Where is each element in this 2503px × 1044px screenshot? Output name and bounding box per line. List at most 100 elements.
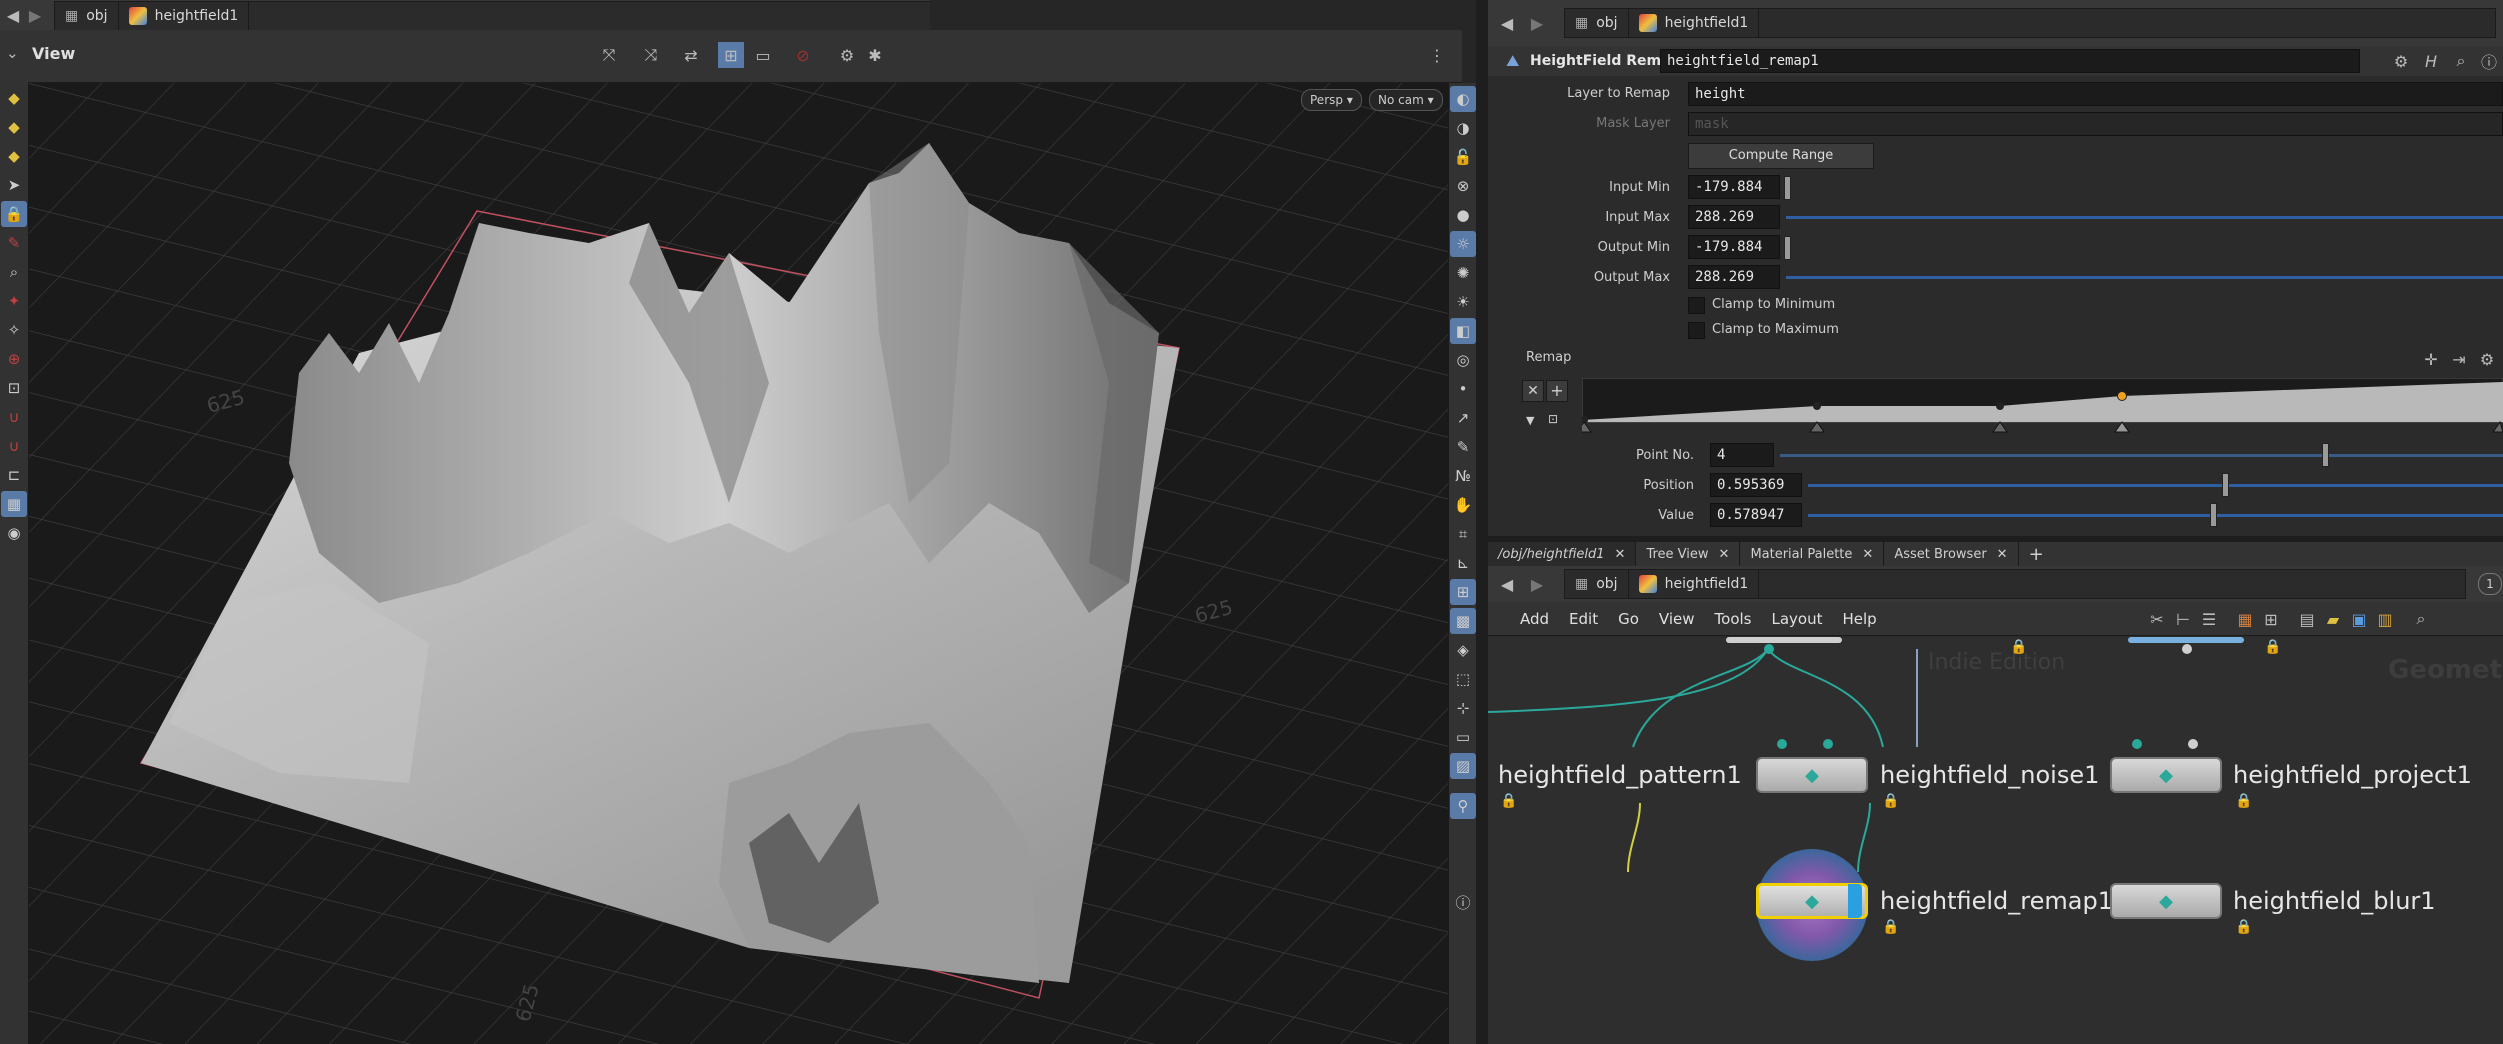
info-icon[interactable]: ⓘ [1450, 889, 1476, 915]
lock-icon[interactable]: 🔒 [2010, 639, 2027, 655]
ramp-fit-icon[interactable]: ✛ [2418, 346, 2444, 372]
node-label-project[interactable]: heightfield_project1 [2233, 761, 2472, 789]
magnet2-icon[interactable]: ∪ [1, 433, 27, 459]
gear-icon[interactable]: ⚙ [2388, 48, 2414, 74]
net-search-icon[interactable]: ⌕ [2408, 606, 2434, 632]
grid-tool-icon[interactable]: ▦ [1, 491, 27, 517]
path-crumb-obj[interactable]: ▦ obj [55, 2, 119, 30]
brush-icon[interactable]: ✎ [1450, 434, 1476, 460]
bulb-icon[interactable]: ✺ [1450, 260, 1476, 286]
project-input-1[interactable] [2132, 739, 2142, 749]
ramp-delete-button[interactable]: ✕ [1522, 380, 1544, 402]
menu-add[interactable]: Add [1520, 610, 1549, 628]
shading-icon[interactable]: ◧ [1450, 318, 1476, 344]
layer-field[interactable]: height [1688, 82, 2503, 106]
param-forward-icon[interactable]: ▶ [1524, 10, 1550, 36]
sticky-icon[interactable]: ▤ [2294, 606, 2320, 632]
menu-layout[interactable]: Layout [1771, 610, 1822, 628]
net-path-field[interactable]: ▦ obj heightfield1 [1564, 569, 2466, 599]
node-label-noise[interactable]: heightfield_noise1 [1880, 761, 2099, 789]
help-h-icon[interactable]: H [2418, 48, 2444, 74]
clamp-min-checkbox[interactable] [1688, 297, 1705, 314]
point-no-field[interactable]: 4 [1710, 443, 1774, 467]
pose-tool-icon[interactable]: ✧ [1, 317, 27, 343]
ramp-point-4-selected[interactable] [2117, 391, 2127, 401]
display-options-icon[interactable]: ◐ [1450, 86, 1476, 112]
menu-view[interactable]: View [1659, 610, 1695, 628]
lock-icon[interactable]: 🔒 [2264, 639, 2281, 655]
wrench-icon[interactable]: ✂ [2144, 606, 2170, 632]
view-tool-icon[interactable]: ⊡ [1, 375, 27, 401]
lock-camera-icon[interactable]: 🔓 [1450, 144, 1476, 170]
lock-icon[interactable]: 🔒 [1882, 793, 1899, 809]
record-icon[interactable]: ⊘ [790, 42, 816, 68]
point-no-handle[interactable] [2322, 443, 2330, 467]
net-crumb-node[interactable]: heightfield1 [1629, 570, 1760, 598]
clamp-max-checkbox[interactable] [1688, 322, 1705, 339]
ramp-key-3[interactable] [1992, 421, 2008, 433]
normal-icon[interactable]: ↗ [1450, 405, 1476, 431]
ramp-flip-icon[interactable]: ⇥ [2446, 346, 2472, 372]
layout-icon[interactable]: ⋮ [1424, 42, 1450, 68]
wire-icon[interactable]: ◎ [1450, 347, 1476, 373]
background-icon[interactable]: ▨ [1450, 753, 1476, 779]
node-heightfield-project[interactable]: ◆ [2110, 757, 2222, 793]
node-label-remap[interactable]: heightfield_remap1 [1880, 887, 2113, 915]
move-tool-icon[interactable]: ◆ [1, 114, 27, 140]
path-crumb-node[interactable]: heightfield1 [119, 2, 250, 30]
output-min-handle[interactable] [1784, 236, 1791, 260]
remap-ramp-editor[interactable] [1582, 378, 2503, 436]
ramp-gear-icon[interactable]: ⚙ [2474, 346, 2500, 372]
ramp-key-1[interactable] [1582, 421, 1592, 433]
net-forward-icon[interactable]: ▶ [1524, 571, 1550, 597]
noise-input-1[interactable] [1777, 739, 1787, 749]
ramp-point-3[interactable] [1996, 402, 2004, 410]
list-icon[interactable]: ☰ [2196, 606, 2222, 632]
menu-edit[interactable]: Edit [1569, 610, 1598, 628]
snap-grid-icon[interactable]: ⊞ [1450, 579, 1476, 605]
camera-menu[interactable]: No cam ▾ [1369, 89, 1443, 111]
persp-menu[interactable]: Persp ▾ [1301, 89, 1362, 111]
node-heightfield-noise[interactable]: ◆ [1756, 757, 1868, 793]
visibility-icon[interactable]: ◑ [1450, 115, 1476, 141]
position-slider[interactable] [1808, 484, 2503, 487]
tool-icon-3[interactable]: ⇄ [678, 42, 704, 68]
palette-icon[interactable]: ▥ [2372, 606, 2398, 632]
3d-viewport[interactable]: 625 625 625 Persp ▾ No cam ▾ [29, 83, 1448, 1044]
grid-color-icon[interactable]: ▦ [2232, 606, 2258, 632]
brush-tool-icon[interactable]: ✎ [1, 230, 27, 256]
point-no-slider[interactable] [1780, 454, 2503, 457]
measure-icon[interactable]: ⊏ [1, 462, 27, 488]
display-flag[interactable] [1848, 884, 1862, 918]
number-icon[interactable]: № [1450, 463, 1476, 489]
ramp-key-4[interactable] [2114, 421, 2130, 433]
value-field[interactable]: 0.578947 [1710, 503, 1802, 527]
tab-asset-browser[interactable]: Asset Browser ✕ [1884, 542, 2019, 566]
sphere-icon[interactable]: ● [1450, 202, 1476, 228]
tree-icon[interactable]: ⊢ [2170, 606, 2196, 632]
net-crumb-obj[interactable]: ▦ obj [1565, 570, 1629, 598]
output-min-field[interactable]: -179.884 [1688, 235, 1780, 259]
tool-icon-5[interactable]: ▭ [750, 42, 776, 68]
lock-tool-icon[interactable]: 🔒 [1, 201, 27, 227]
search-icon[interactable]: ⌕ [2448, 48, 2474, 74]
magnet-icon[interactable]: ∪ [1, 404, 27, 430]
lock-icon[interactable]: 🔒 [1882, 919, 1899, 935]
input-max-slider[interactable] [1786, 216, 2503, 219]
grid-icon[interactable]: ⊞ [2258, 606, 2284, 632]
lock-icon[interactable]: 🔒 [1500, 793, 1517, 809]
pin-view-icon[interactable]: ⚲ [1450, 793, 1476, 819]
node-label-blur[interactable]: heightfield_blur1 [2233, 887, 2436, 915]
forward-arrow-icon[interactable]: ▶ [22, 2, 48, 28]
network-canvas[interactable]: Indie Edition Geometry 🔒 🔒 heightfield_p… [1488, 637, 2503, 1044]
headlight-icon[interactable]: ☀ [1450, 289, 1476, 315]
ramp-collapse-icon[interactable]: ▼ [1526, 414, 1534, 427]
input-min-field[interactable]: -179.884 [1688, 175, 1780, 199]
ramp-mode-icon[interactable]: ⊡ [1548, 412, 1558, 426]
param-crumb-node[interactable]: heightfield1 [1629, 9, 1760, 37]
tab-close-icon[interactable]: ✕ [1719, 547, 1730, 562]
snap-icon[interactable]: ⚙ [834, 42, 860, 68]
compute-range-button[interactable]: Compute Range [1688, 143, 1874, 169]
tab-close-icon[interactable]: ✕ [1615, 547, 1626, 562]
menu-go[interactable]: Go [1618, 610, 1639, 628]
